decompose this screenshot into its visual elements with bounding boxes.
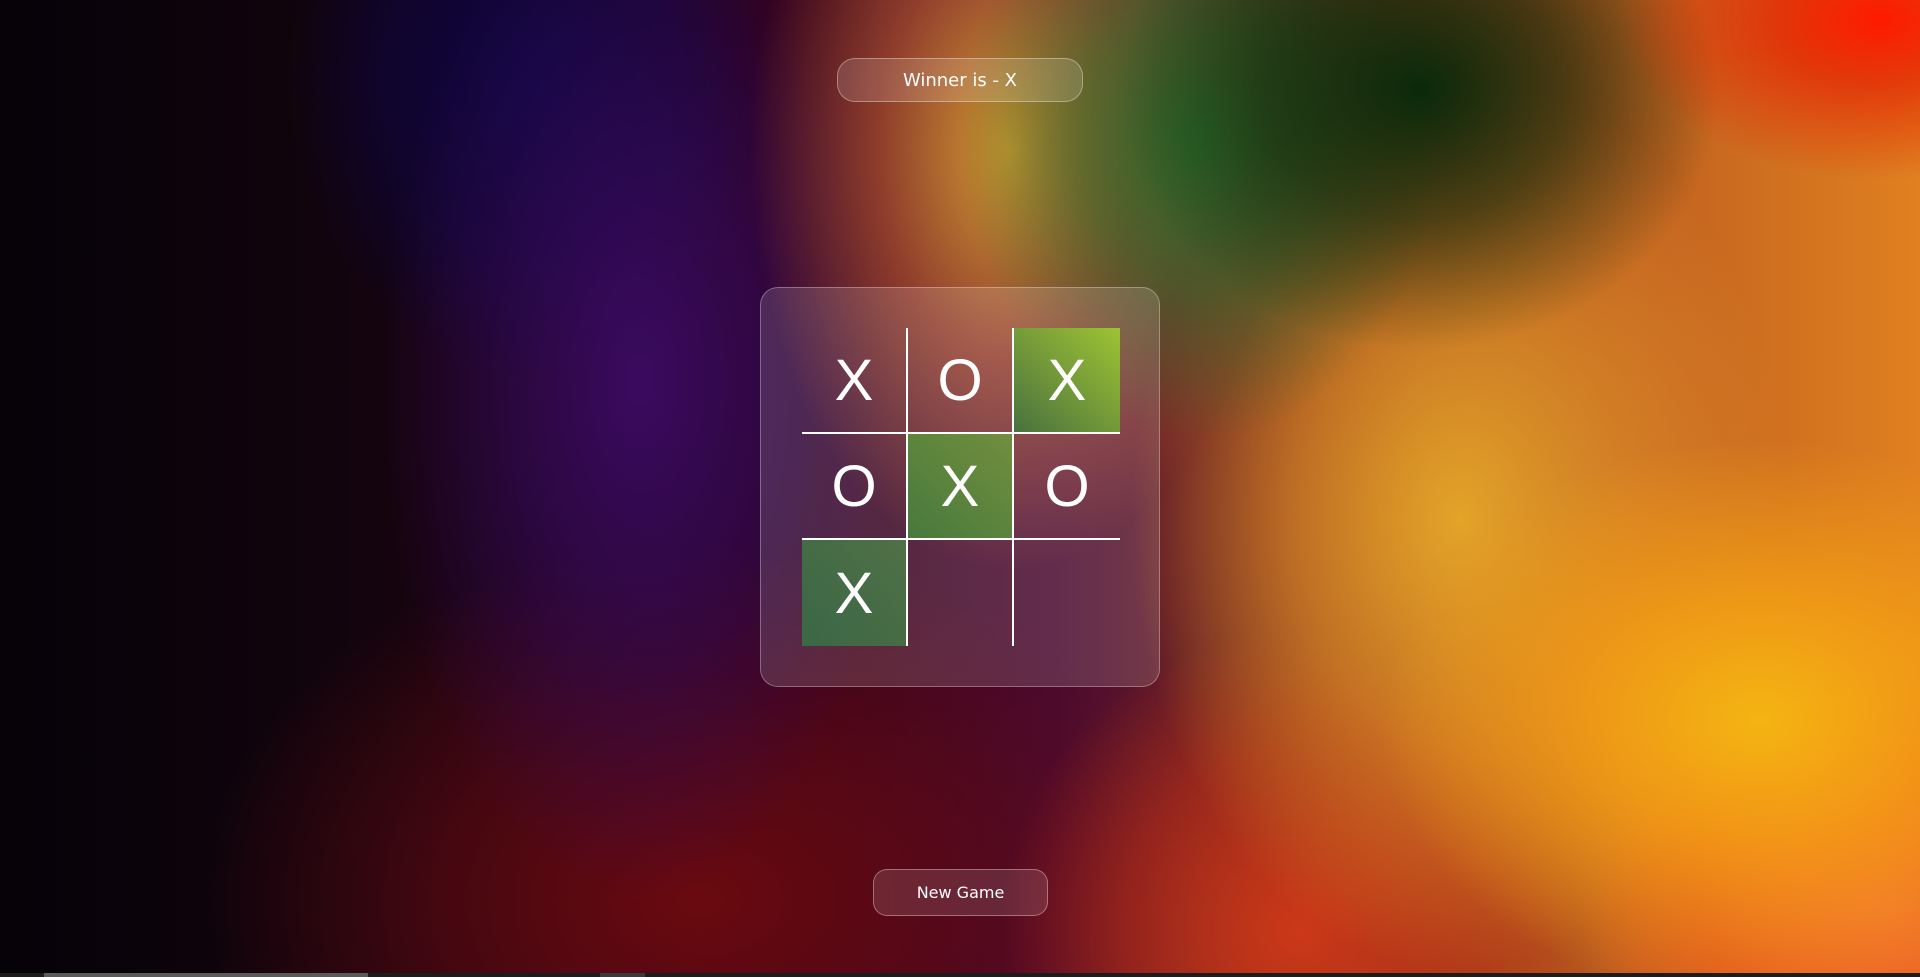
- board-cell[interactable]: X: [802, 328, 908, 434]
- board-cell[interactable]: [1014, 540, 1120, 646]
- scrollbar-thumb[interactable]: [44, 973, 368, 977]
- board-cell-winning[interactable]: X: [1014, 328, 1120, 434]
- game-board: X O X O X O X: [802, 328, 1120, 646]
- board-cell[interactable]: [908, 540, 1014, 646]
- horizontal-scrollbar[interactable]: [0, 973, 1920, 977]
- board-cell-winning[interactable]: X: [802, 540, 908, 646]
- game-board-panel: X O X O X O X: [760, 287, 1160, 687]
- board-cell[interactable]: O: [908, 328, 1014, 434]
- new-game-button[interactable]: New Game: [873, 869, 1048, 916]
- winner-status: Winner is - X: [837, 58, 1083, 102]
- board-cell-winning[interactable]: X: [908, 434, 1014, 540]
- scrollbar-segment: [600, 973, 645, 977]
- board-cell[interactable]: O: [802, 434, 908, 540]
- board-cell[interactable]: O: [1014, 434, 1120, 540]
